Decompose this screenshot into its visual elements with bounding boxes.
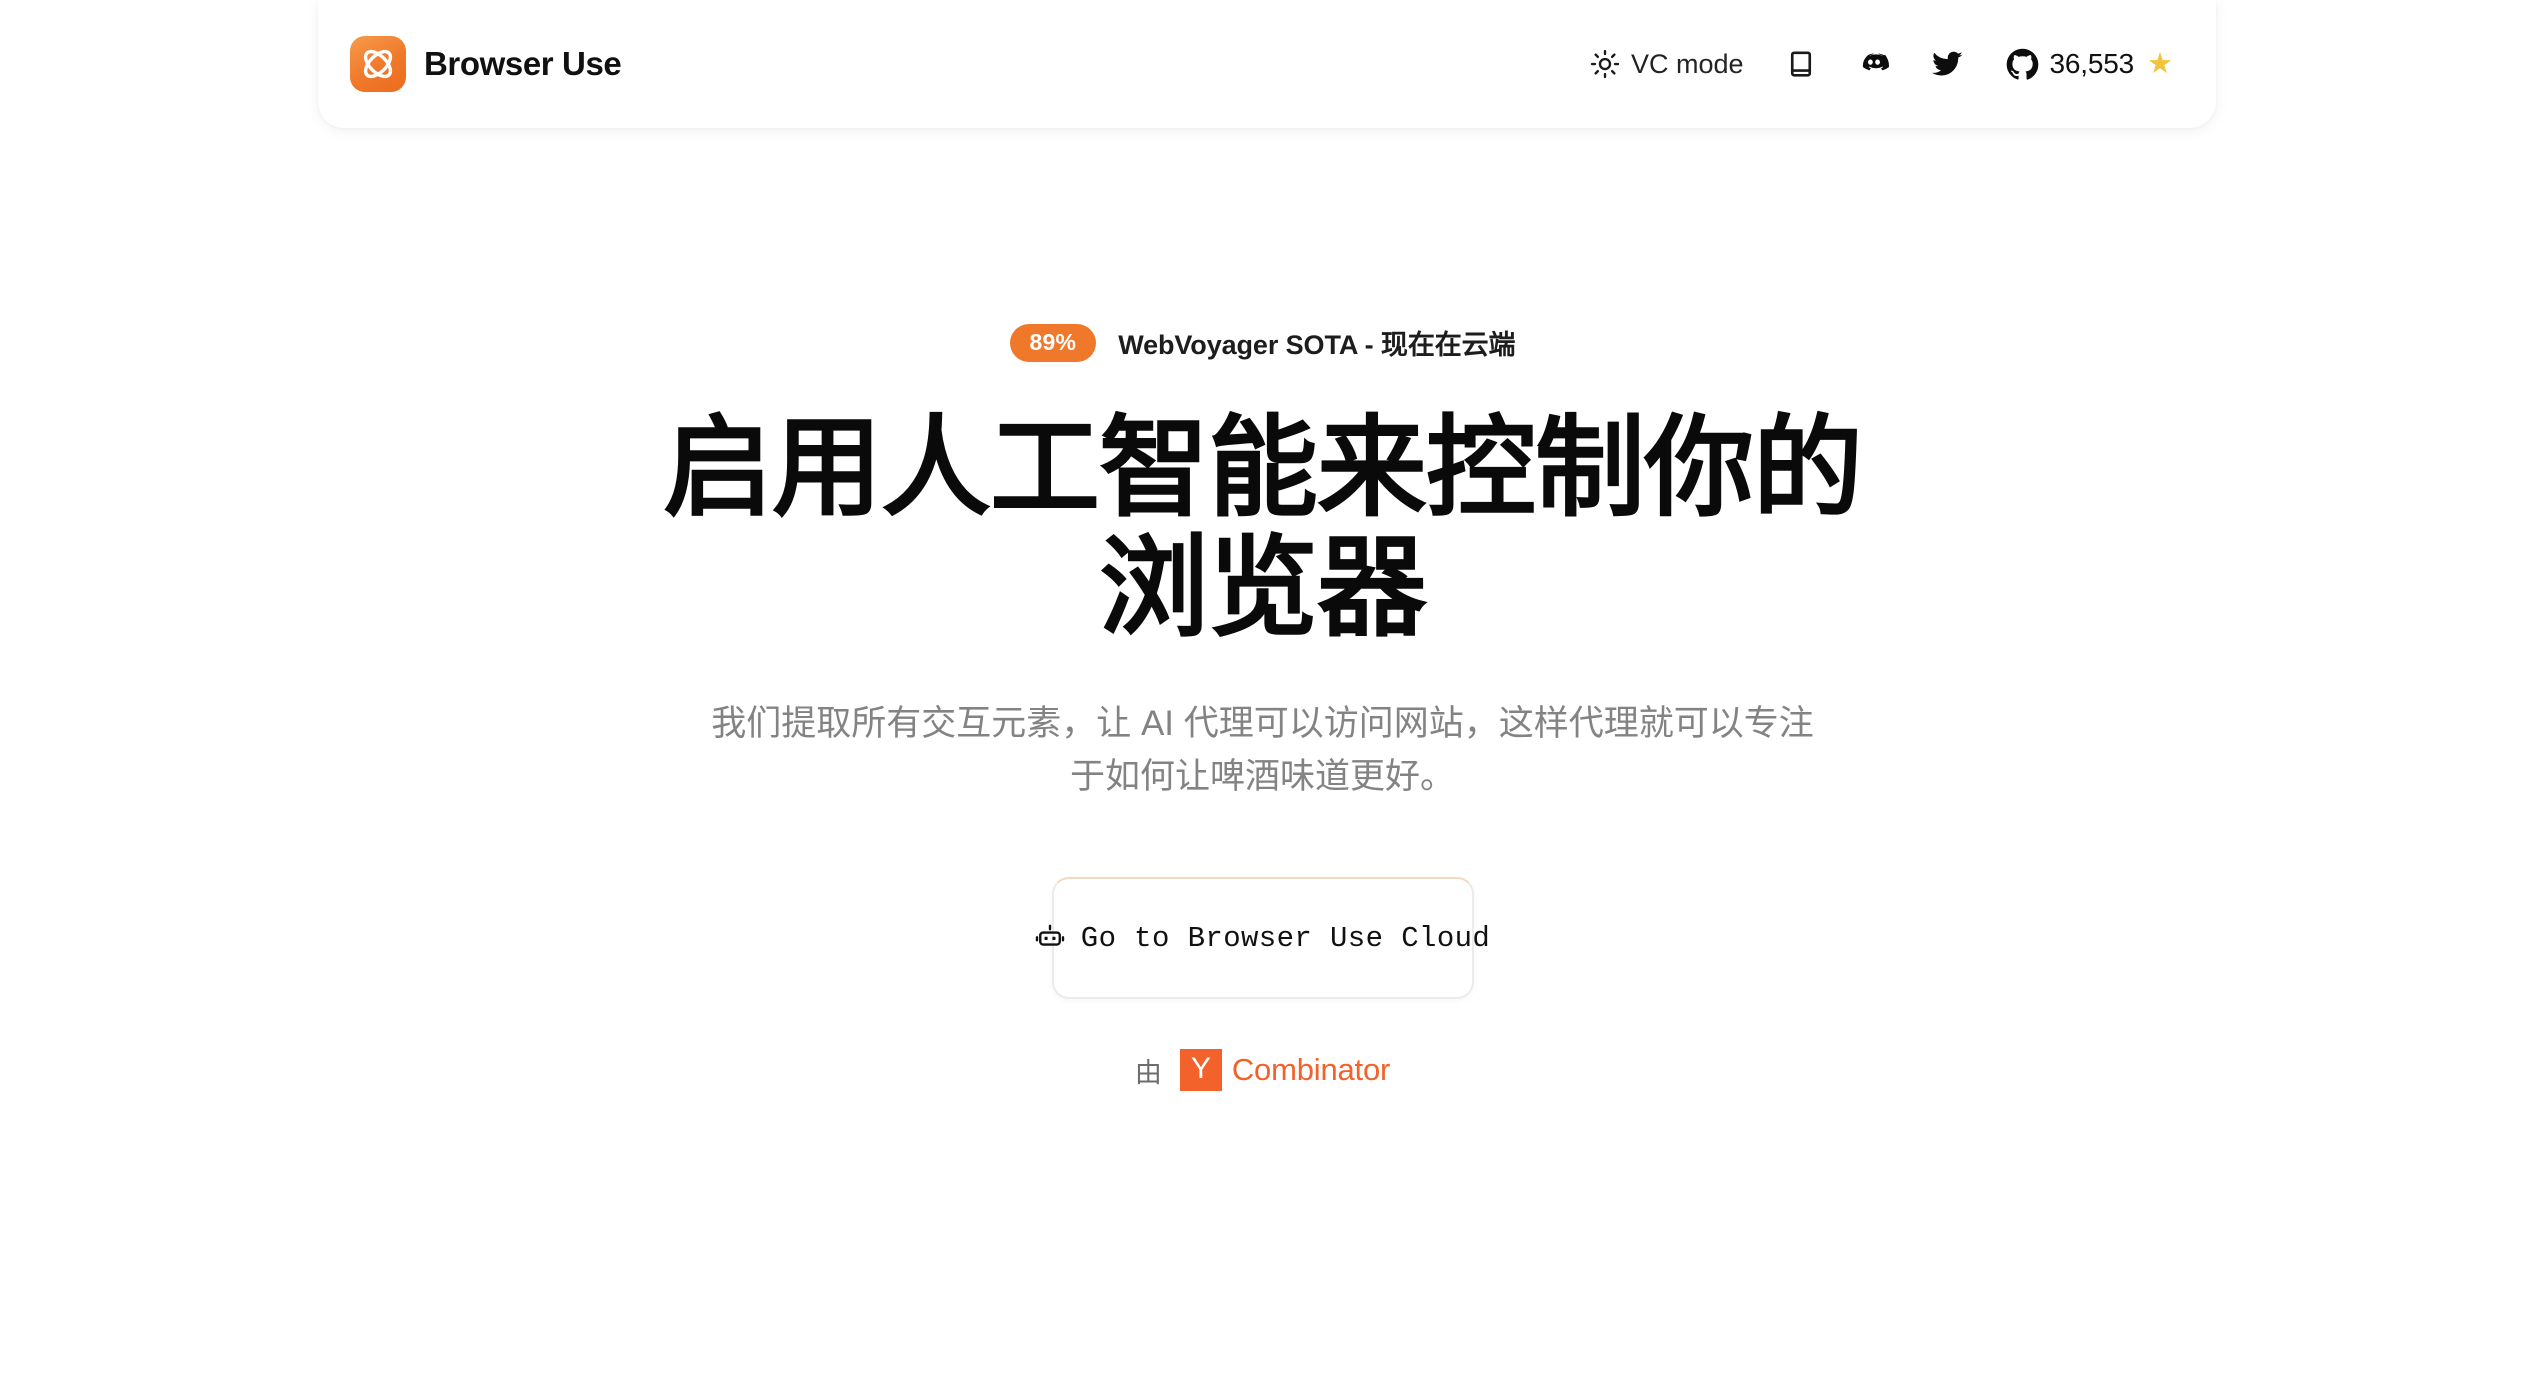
status-badge: 89% bbox=[1009, 323, 1097, 362]
browser-use-atom-logo-icon bbox=[350, 36, 406, 92]
github-icon bbox=[2006, 48, 2039, 81]
go-to-browser-use-cloud-button[interactable]: Go to Browser Use Cloud bbox=[1035, 877, 1490, 1000]
hero-section: 89% WebVoyager SOTA - 现在在云端 启用人工智能来控制你的浏… bbox=[0, 128, 2525, 1394]
nav-item-discord[interactable] bbox=[1837, 29, 1911, 99]
github-star-count: 36,553 bbox=[2049, 48, 2135, 79]
cta-label: Go to Browser Use Cloud bbox=[1080, 921, 1491, 955]
backed-by-yc[interactable]: 由 Y Combinator bbox=[1134, 1049, 1391, 1092]
y-combinator-logo: Y Combinator bbox=[1179, 1049, 1391, 1092]
nav-item-github-stars[interactable]: 36,553 ★ bbox=[1985, 29, 2194, 99]
nav-actions: VC mode 36,553 ★ bbox=[1569, 29, 2194, 99]
robot-icon bbox=[1035, 923, 1065, 953]
star-icon: ★ bbox=[2147, 47, 2173, 80]
sota-announcement-text: WebVoyager SOTA - 现在在云端 bbox=[1118, 330, 1516, 360]
brand-home-link[interactable]: Browser Use bbox=[334, 36, 622, 92]
book-icon bbox=[1786, 49, 1816, 79]
nav-item-vc-mode-label: VC mode bbox=[1630, 48, 1744, 79]
yc-wordmark: Combinator bbox=[1231, 1052, 1391, 1088]
discord-icon bbox=[1858, 48, 1890, 80]
sota-announcement-badge[interactable]: 89% WebVoyager SOTA - 现在在云端 bbox=[1009, 323, 1516, 362]
nav-item-docs[interactable] bbox=[1765, 29, 1837, 99]
cta-container: Go to Browser Use Cloud bbox=[1035, 877, 1490, 1000]
nav-item-twitter[interactable] bbox=[1911, 29, 1985, 99]
yc-letter-icon: Y bbox=[1179, 1049, 1222, 1092]
nav-item-vc-mode[interactable]: VC mode bbox=[1569, 29, 1765, 99]
hero-subtitle: 我们提取所有交互元素，让 AI 代理可以访问网站，这样代理就可以专注于如何让啤酒… bbox=[711, 703, 1814, 796]
top-navigation-bar: Browser Use VC mode 36,553 ★ bbox=[318, 0, 2216, 128]
backed-by-prefix: 由 bbox=[1134, 1057, 1162, 1088]
twitter-icon bbox=[1931, 48, 1964, 80]
page-title: 启用人工智能来控制你的浏览器 bbox=[663, 407, 1863, 650]
brand-name: Browser Use bbox=[424, 45, 622, 82]
sun-icon bbox=[1590, 49, 1620, 79]
